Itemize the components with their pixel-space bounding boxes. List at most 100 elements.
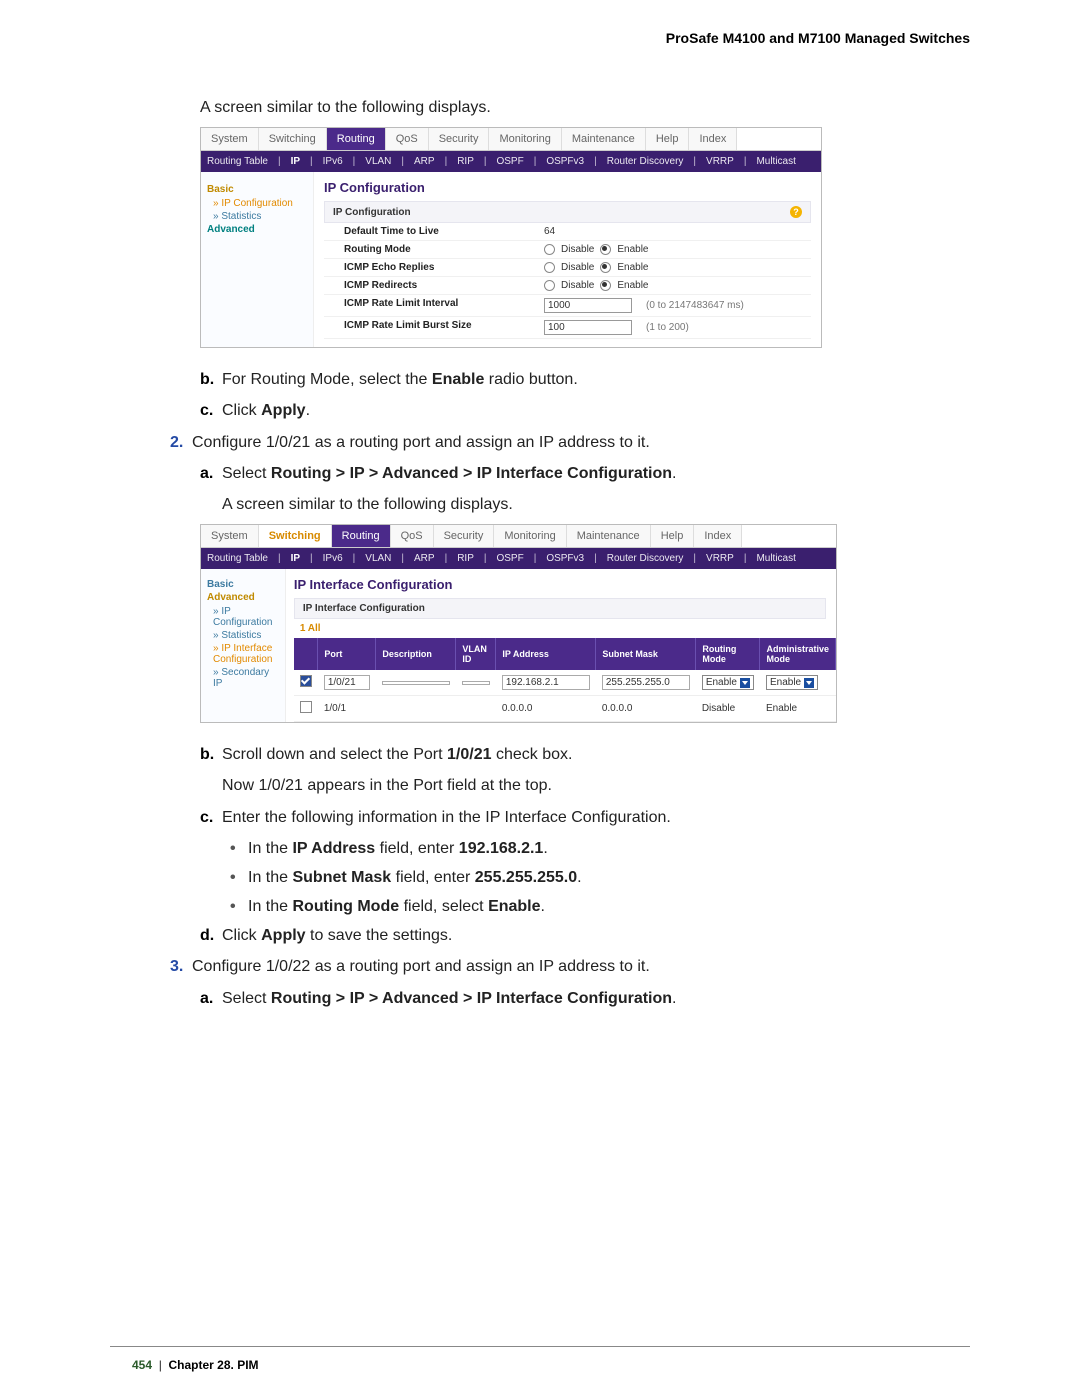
tab-switching[interactable]: Switching <box>259 525 332 547</box>
icmp-echo-label: ICMP Echo Replies <box>344 262 544 273</box>
th-desc: Description <box>376 638 456 670</box>
tab-help[interactable]: Help <box>651 525 695 547</box>
chevron-down-icon <box>804 678 814 688</box>
subnav-item[interactable]: OSPFv3 <box>546 553 584 564</box>
ttl-value: 64 <box>544 226 807 237</box>
help-icon[interactable]: ? <box>790 206 802 218</box>
footer-rule <box>110 1346 970 1347</box>
sidebar-basic[interactable]: Basic <box>207 184 307 195</box>
subnav-item[interactable]: IP <box>291 553 300 564</box>
rate-burst-input[interactable]: 100 <box>544 320 632 335</box>
th-vlan: VLAN ID <box>456 638 496 670</box>
icmp-echo-disable-radio[interactable] <box>544 262 555 273</box>
sidebar-advanced[interactable]: Advanced <box>207 592 279 603</box>
th-ip: IP Address <box>496 638 596 670</box>
tab-routing[interactable]: Routing <box>327 128 386 150</box>
tab-qos[interactable]: QoS <box>391 525 434 547</box>
vlan-input[interactable] <box>462 681 490 685</box>
rate-interval-label: ICMP Rate Limit Interval <box>344 298 544 313</box>
desc-input[interactable] <box>382 681 450 685</box>
subnav-item[interactable]: IPv6 <box>323 553 343 564</box>
row-checkbox[interactable] <box>300 701 312 713</box>
tab-switching[interactable]: Switching <box>259 128 327 150</box>
subnav-item[interactable]: IPv6 <box>323 156 343 167</box>
icmp-redir-label: ICMP Redirects <box>344 280 544 291</box>
sidebar-item-ipconfig[interactable]: » IP Configuration <box>213 198 307 209</box>
step-2b: b.Scroll down and select the Port 1/0/21… <box>200 743 970 766</box>
bullet-mask: •In the Subnet Mask field, enter 255.255… <box>230 866 970 889</box>
sidebar-item-ipconfig[interactable]: » IP Configuration <box>213 606 279 628</box>
subnav-item[interactable]: VLAN <box>365 553 391 564</box>
panel-subhead: IP Configuration ? <box>324 201 811 223</box>
tab-monitoring[interactable]: Monitoring <box>489 128 561 150</box>
step-b: b.For Routing Mode, select the Enable ra… <box>200 368 970 391</box>
subnav-item[interactable]: RIP <box>457 553 474 564</box>
table-row: 1/0/1 0.0.0.0 0.0.0.0 Disable Enable <box>294 696 836 722</box>
step-3a: a.Select Routing > IP > Advanced > IP In… <box>200 987 970 1010</box>
tab-maintenance[interactable]: Maintenance <box>562 128 646 150</box>
ip-input[interactable]: 192.168.2.1 <box>502 675 590 690</box>
subnav-item[interactable]: VRRP <box>706 553 734 564</box>
tab-routing[interactable]: Routing <box>332 525 391 547</box>
step-2a: a.Select Routing > IP > Advanced > IP In… <box>200 462 970 485</box>
sidebar-item-secondary[interactable]: » Secondary IP <box>213 667 279 689</box>
screenshot-ip-interface: System Switching Routing QoS Security Mo… <box>200 524 837 723</box>
sidebar-basic[interactable]: Basic <box>207 579 279 590</box>
row-checkbox[interactable] <box>300 675 312 687</box>
port-input[interactable]: 1/0/21 <box>324 675 370 690</box>
subnav-item[interactable]: Router Discovery <box>607 156 684 167</box>
subnav-item[interactable]: RIP <box>457 156 474 167</box>
mask-cell: 0.0.0.0 <box>596 696 696 722</box>
mask-input[interactable]: 255.255.255.0 <box>602 675 690 690</box>
main-tabs: System Switching Routing QoS Security Mo… <box>201 128 821 151</box>
step-c: c.Click Apply. <box>200 399 970 422</box>
panel-title: IP Configuration <box>324 180 811 195</box>
routing-mode-select[interactable]: Enable <box>702 675 754 690</box>
sidebar-item-stats[interactable]: » Statistics <box>213 630 279 641</box>
tab-index[interactable]: Index <box>689 128 737 150</box>
subnav-item[interactable]: OSPF <box>496 156 523 167</box>
routing-enable-radio[interactable] <box>600 244 611 255</box>
routing-disable-radio[interactable] <box>544 244 555 255</box>
subnav-item[interactable]: OSPF <box>496 553 523 564</box>
tab-system[interactable]: System <box>201 128 259 150</box>
tab-maintenance[interactable]: Maintenance <box>567 525 651 547</box>
rate-burst-label: ICMP Rate Limit Burst Size <box>344 320 544 335</box>
icmp-redir-enable-radio[interactable] <box>600 280 611 291</box>
icmp-echo-enable-radio[interactable] <box>600 262 611 273</box>
subnav-item[interactable]: Routing Table <box>207 553 268 564</box>
tab-qos[interactable]: QoS <box>386 128 429 150</box>
subnav-item[interactable]: VRRP <box>706 156 734 167</box>
admin-mode-select[interactable]: Enable <box>766 675 818 690</box>
tab-security[interactable]: Security <box>434 525 495 547</box>
subnav-item[interactable]: ARP <box>414 553 435 564</box>
subnav-item[interactable]: Routing Table <box>207 156 268 167</box>
icmp-redir-disable-radio[interactable] <box>544 280 555 291</box>
sidebar-item-ipintf[interactable]: » IP Interface Configuration <box>213 643 279 665</box>
ip-cell: 0.0.0.0 <box>496 696 596 722</box>
screenshot-ip-config: System Switching Routing QoS Security Mo… <box>200 127 822 348</box>
routing-cell: Disable <box>696 696 760 722</box>
tab-system[interactable]: System <box>201 525 259 547</box>
sidebar-item-stats[interactable]: » Statistics <box>213 211 307 222</box>
subnav-item[interactable]: Multicast <box>756 156 795 167</box>
sidebar-advanced[interactable]: Advanced <box>207 224 307 235</box>
tab-security[interactable]: Security <box>429 128 490 150</box>
routing-mode-label: Routing Mode <box>344 244 544 255</box>
step-2d: d.Click Apply to save the settings. <box>200 924 970 947</box>
subnav-item[interactable]: ARP <box>414 156 435 167</box>
subnav-item[interactable]: VLAN <box>365 156 391 167</box>
port-cell: 1/0/1 <box>318 696 376 722</box>
tab-index[interactable]: Index <box>694 525 742 547</box>
rate-interval-input[interactable]: 1000 <box>544 298 632 313</box>
subnav-item[interactable]: OSPFv3 <box>546 156 584 167</box>
main-tabs-2: System Switching Routing QoS Security Mo… <box>201 525 836 548</box>
filter-row[interactable]: 1 All <box>294 619 836 638</box>
step-2b-note: Now 1/0/21 appears in the Port field at … <box>222 774 970 797</box>
tab-help[interactable]: Help <box>646 128 690 150</box>
subnav-item[interactable]: IP <box>291 156 300 167</box>
subnav-item[interactable]: Multicast <box>756 553 795 564</box>
subnav-item[interactable]: Router Discovery <box>607 553 684 564</box>
tab-monitoring[interactable]: Monitoring <box>494 525 566 547</box>
th-mask: Subnet Mask <box>596 638 696 670</box>
